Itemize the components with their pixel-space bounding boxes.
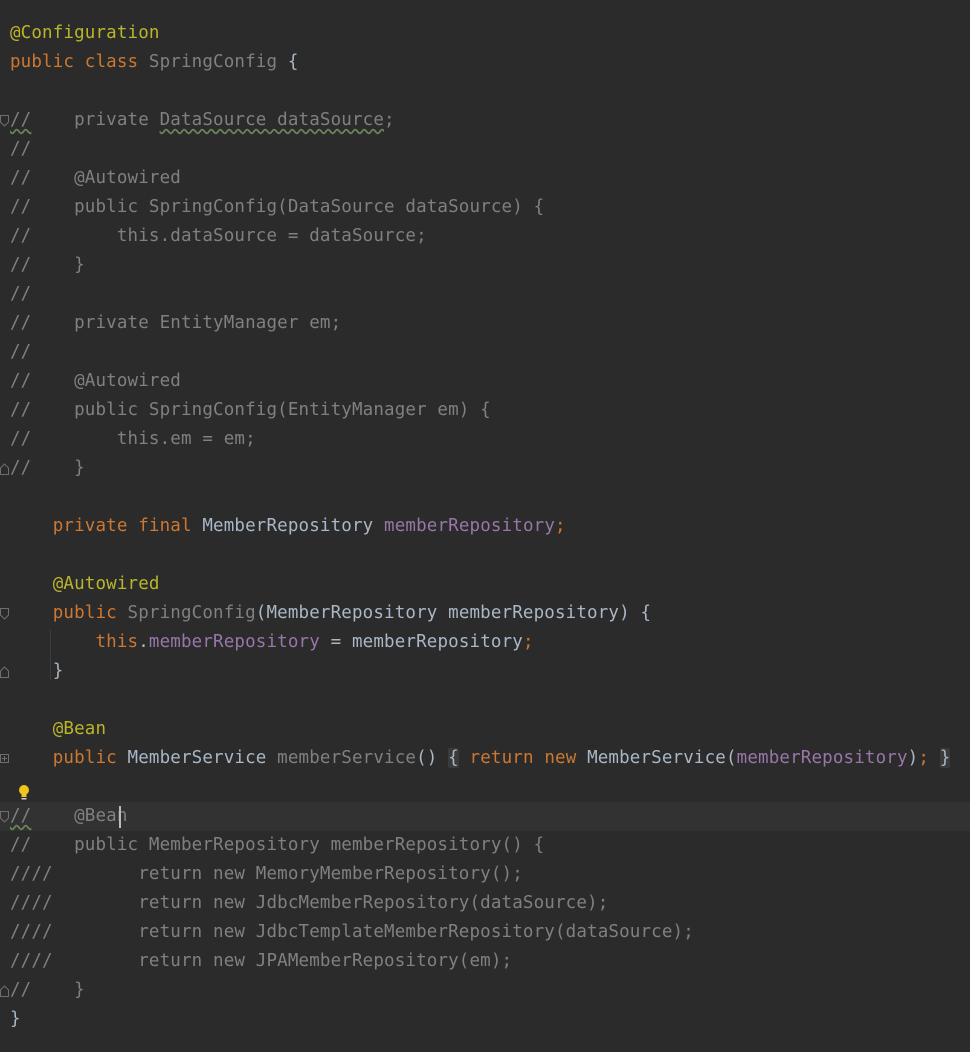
- code-token: ): [907, 748, 919, 768]
- code-line[interactable]: @Bean: [10, 715, 106, 744]
- code-token: .: [138, 632, 149, 652]
- code-token: //// return new JdbcMemberRepository(dat…: [10, 893, 609, 913]
- fold-end-icon[interactable]: [0, 666, 9, 678]
- code-token: // this.dataSource = dataSource;: [10, 226, 427, 246]
- code-token: }: [10, 1009, 21, 1029]
- code-token: @Bean: [31, 806, 128, 826]
- code-line[interactable]: //// return new JdbcMemberRepository(dat…: [10, 889, 608, 918]
- fold-collapse-icon[interactable]: [0, 811, 9, 823]
- code-token: public: [10, 603, 128, 623]
- fold-collapse-icon[interactable]: [0, 608, 9, 620]
- code-token: // this.em = em;: [10, 429, 256, 449]
- code-token: //// return new JPAMemberRepository(em);: [10, 951, 513, 971]
- code-token: @Configuration: [10, 23, 160, 43]
- code-token: memberService: [277, 748, 417, 768]
- code-token: //: [10, 110, 32, 130]
- code-token: //: [10, 284, 32, 304]
- code-line[interactable]: // @Autowired: [10, 164, 181, 193]
- code-line[interactable]: // public SpringConfig(DataSource dataSo…: [10, 193, 544, 222]
- code-token: }: [10, 661, 64, 681]
- fold-end-icon[interactable]: [0, 463, 9, 475]
- code-line[interactable]: // }: [10, 976, 85, 1005]
- fold-end-icon[interactable]: [0, 985, 9, 997]
- code-token: // private EntityManager em;: [10, 313, 342, 333]
- code-token: memberRepository: [736, 748, 908, 768]
- code-line[interactable]: // @Bean: [10, 802, 128, 831]
- code-token: return new: [469, 748, 588, 768]
- code-line[interactable]: // public MemberRepository memberReposit…: [10, 831, 544, 860]
- code-token: @Autowired: [10, 574, 160, 594]
- code-token: memberRepository: [148, 632, 320, 652]
- code-token: // public SpringConfig(EntityManager em)…: [10, 400, 491, 420]
- code-token: {: [277, 52, 299, 72]
- code-token: ;: [384, 110, 395, 130]
- code-line[interactable]: // this.em = em;: [10, 425, 256, 454]
- code-line[interactable]: // @Autowired: [10, 367, 181, 396]
- code-token: (MemberRepository memberRepository) {: [255, 603, 652, 623]
- lightbulb-icon[interactable]: [17, 784, 31, 802]
- code-line[interactable]: //: [10, 135, 31, 164]
- code-token: public class: [10, 52, 149, 72]
- code-line[interactable]: // this.dataSource = dataSource;: [10, 222, 427, 251]
- code-line[interactable]: public SpringConfig(MemberRepository mem…: [10, 599, 651, 628]
- code-line[interactable]: //: [10, 280, 31, 309]
- code-token: MemberService(: [587, 748, 737, 768]
- code-line[interactable]: public MemberService memberService() { r…: [10, 744, 951, 773]
- code-line[interactable]: public class SpringConfig {: [10, 48, 299, 77]
- code-line[interactable]: @Configuration: [10, 19, 160, 48]
- code-token: // public MemberRepository memberReposit…: [10, 835, 545, 855]
- code-line[interactable]: // public SpringConfig(EntityManager em)…: [10, 396, 491, 425]
- code-line[interactable]: //// return new MemoryMemberRepository()…: [10, 860, 523, 889]
- code-line[interactable]: }: [10, 657, 64, 686]
- text-caret: [119, 806, 121, 828]
- code-editor[interactable]: @Configuration public class SpringConfig …: [0, 0, 970, 1052]
- code-token: // }: [10, 980, 85, 1000]
- code-line[interactable]: private final MemberRepository memberRep…: [10, 512, 566, 541]
- code-token: //: [10, 806, 32, 826]
- code-token: memberRepository: [384, 516, 556, 536]
- code-token: DataSource dataSource: [159, 110, 385, 130]
- fold-expand-icon[interactable]: [0, 753, 9, 765]
- code-token: (): [416, 748, 449, 768]
- code-token: // @Autowired: [10, 371, 181, 391]
- code-line[interactable]: //// return new JPAMemberRepository(em);: [10, 947, 512, 976]
- code-token: // public SpringConfig(DataSource dataSo…: [10, 197, 545, 217]
- code-token: {: [448, 748, 459, 768]
- code-token: // }: [10, 255, 85, 275]
- code-line[interactable]: @Autowired: [10, 570, 160, 599]
- code-line[interactable]: // }: [10, 251, 85, 280]
- code-line[interactable]: }: [10, 1005, 21, 1034]
- code-token: ;: [918, 748, 930, 768]
- code-token: = memberRepository: [319, 632, 523, 652]
- code-token: //// return new MemoryMemberRepository()…: [10, 864, 523, 884]
- code-token: //: [10, 342, 32, 362]
- code-token: // }: [10, 458, 85, 478]
- code-token: public: [10, 748, 128, 768]
- code-token: MemberRepository: [202, 516, 385, 536]
- code-token: this: [10, 632, 139, 652]
- code-token: SpringConfig: [148, 52, 278, 72]
- code-token: ;: [555, 516, 566, 536]
- code-line[interactable]: this.memberRepository = memberRepository…: [10, 628, 534, 657]
- code-token: }: [939, 748, 951, 768]
- code-token: // @Autowired: [10, 168, 181, 188]
- code-token: private final: [10, 516, 203, 536]
- code-line[interactable]: //: [10, 338, 31, 367]
- fold-collapse-icon[interactable]: [0, 115, 9, 127]
- code-token: MemberService: [127, 748, 278, 768]
- code-token: //: [10, 139, 32, 159]
- code-line[interactable]: // }: [10, 454, 85, 483]
- code-token: @Bean: [10, 719, 107, 739]
- code-token: SpringConfig: [127, 603, 256, 623]
- code-line[interactable]: // private DataSource dataSource;: [10, 106, 395, 135]
- code-line[interactable]: // private EntityManager em;: [10, 309, 341, 338]
- code-line[interactable]: //// return new JdbcTemplateMemberReposi…: [10, 918, 694, 947]
- code-token: private: [31, 110, 160, 130]
- code-token: ;: [522, 632, 534, 652]
- code-token: //// return new JdbcTemplateMemberReposi…: [10, 922, 694, 942]
- current-line-highlight: [0, 802, 970, 831]
